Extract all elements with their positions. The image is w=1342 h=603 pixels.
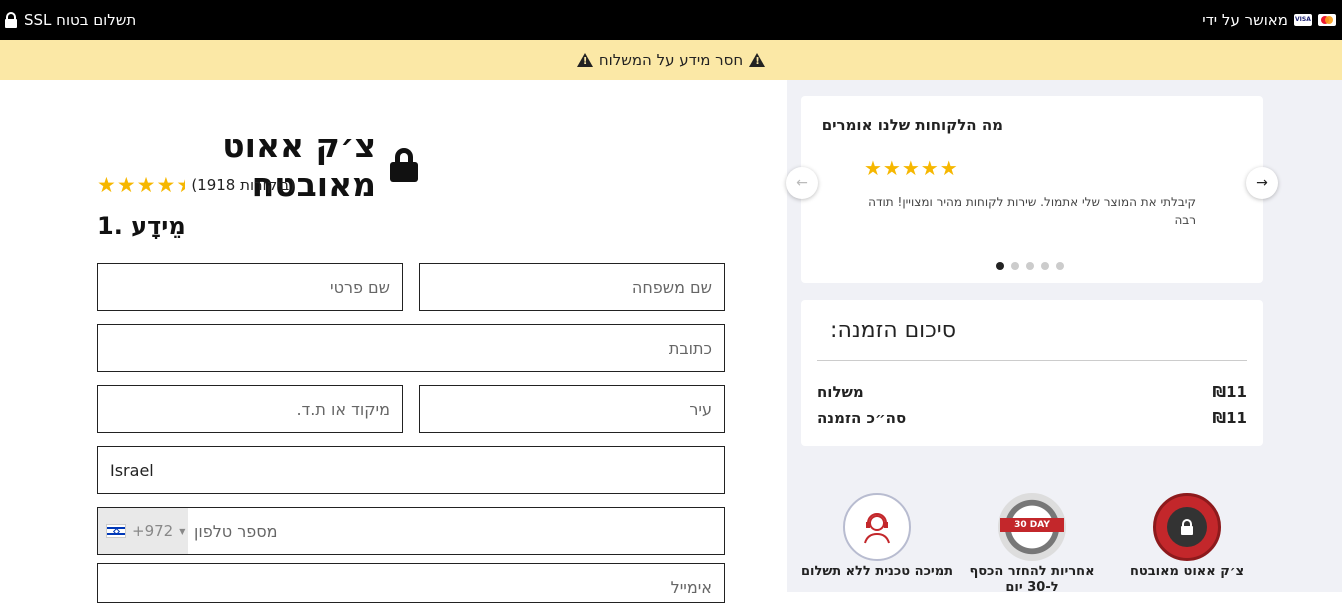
arrow-left-icon: ←	[796, 175, 808, 191]
phone-field[interactable]: +972 ▼ מספר טלפון	[97, 507, 725, 555]
lock-icon	[1167, 507, 1207, 547]
shipping-label: משלוח	[817, 383, 864, 401]
mastercard-icon	[1318, 14, 1336, 26]
secure-checkout-badge-icon	[1153, 493, 1221, 561]
address-field[interactable]: כתובת	[97, 324, 725, 372]
carousel-prev-button[interactable]: ←	[786, 167, 818, 199]
shipping-row: ₪11 משלוח	[817, 383, 1247, 401]
padlock-icon	[390, 148, 419, 182]
arrow-right-icon: →	[1256, 175, 1268, 191]
reviews-card: מה הלקוחות שלנו אומרים	[801, 96, 1263, 283]
total-row: ₪11 סה״כ הזמנה	[817, 409, 1247, 427]
country-code: +972	[132, 522, 174, 540]
carousel-dot[interactable]	[1026, 262, 1034, 270]
support-badge-label: תמיכה טכנית ללא תשלום	[800, 564, 954, 579]
rating-stars-icon: ★★★★★	[97, 173, 185, 197]
order-summary-title: סיכום הזמנה:	[830, 318, 956, 343]
review-text: קיבלתי את המוצר שלי אתמול. שירות לקוחות …	[868, 195, 1196, 227]
carousel-dots	[996, 262, 1064, 270]
money-back-ribbon: 30 DAY	[1000, 518, 1064, 532]
approved-by: מאושר על ידי	[1202, 11, 1336, 29]
reviews-count: (ביקורות 1918)	[191, 176, 296, 194]
total-label: סה״כ הזמנה	[817, 409, 907, 427]
warning-icon: !	[576, 53, 593, 67]
country-field[interactable]: Israel	[97, 446, 725, 494]
money-back-badge-label: אחריות להחזר הכסף ל-30 יום	[969, 564, 1095, 595]
reviews-title: מה הלקוחות שלנו אומרים	[821, 116, 1003, 134]
ssl-secure-label: SSL תשלום בטוח	[24, 11, 137, 29]
top-bar: SSL תשלום בטוח מאושר על ידי	[0, 0, 1342, 40]
warning-icon: !	[749, 53, 766, 67]
last-name-field[interactable]: שם משפחה	[419, 263, 725, 311]
city-field[interactable]: עיר	[419, 385, 725, 433]
section-title-info: מֵידָע .1	[97, 212, 186, 240]
zip-field[interactable]: מיקוד או ת.ד.	[97, 385, 403, 433]
shipping-warning-banner: ! חסר מידע על המשלוח !	[0, 40, 1342, 80]
visa-icon	[1294, 14, 1312, 26]
carousel-next-button[interactable]: →	[1246, 167, 1278, 199]
total-value: ₪11	[1212, 409, 1247, 427]
shipping-warning-text: חסר מידע על המשלוח	[598, 51, 744, 69]
first-name-field[interactable]: שם פרטי	[97, 263, 403, 311]
money-back-badge-icon: 30 DAY	[998, 493, 1066, 561]
chevron-down-icon: ▼	[179, 526, 186, 536]
phone-placeholder: מספר טלפון	[194, 522, 278, 541]
israel-flag-icon	[106, 524, 126, 538]
approved-label: מאושר על ידי	[1202, 11, 1288, 29]
ssl-secure-indicator: SSL תשלום בטוח	[4, 11, 136, 29]
shipping-value: ₪11	[1212, 383, 1247, 401]
rating-summary: ★★★★★ (ביקורות 1918)	[97, 173, 295, 197]
lock-icon	[5, 12, 17, 28]
review-stars-icon: ★★★★★	[864, 156, 959, 180]
country-code-selector[interactable]: +972 ▼	[98, 508, 188, 554]
carousel-dot[interactable]	[996, 262, 1004, 270]
carousel-dot[interactable]	[1041, 262, 1049, 270]
email-field[interactable]: אימייל	[97, 563, 725, 603]
support-badge-icon	[843, 493, 911, 561]
carousel-dot[interactable]	[1011, 262, 1019, 270]
secure-checkout-badge-label: צ׳ק אאוט מאובטח	[1129, 564, 1245, 579]
carousel-dot[interactable]	[1056, 262, 1064, 270]
divider	[817, 360, 1247, 361]
